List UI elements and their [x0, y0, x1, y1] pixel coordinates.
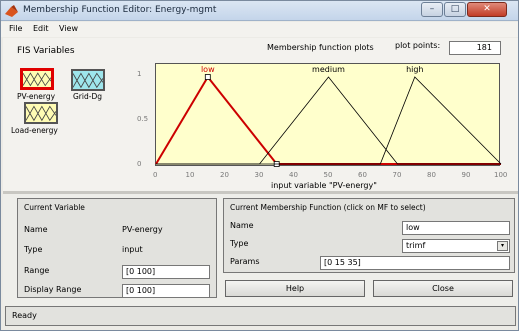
- menu-bar: File Edit View: [1, 22, 518, 37]
- x-tick-label: 30: [254, 171, 264, 179]
- range-input[interactable]: [0 100]: [122, 265, 210, 279]
- mf-preview-icon: [22, 72, 52, 87]
- y-tick-label: 0.5: [137, 115, 149, 123]
- current-mf-panel: Current Membership Function (click on MF…: [223, 198, 515, 273]
- mf-preview-icon: [25, 105, 57, 122]
- x-tick-label: 80: [427, 171, 436, 179]
- x-axis-label: input variable "PV-energy": [271, 181, 377, 190]
- mf-plots-title: Membership function plots: [267, 43, 374, 52]
- properties-region: Current Variable Name PV-energy Type inp…: [3, 194, 518, 306]
- variable-pv-energy-box[interactable]: [20, 68, 54, 90]
- variable-type-value: input: [122, 245, 143, 254]
- variable-label-pv-energy: PV-energy: [17, 92, 56, 101]
- current-variable-panel: Current Variable Name PV-energy Type inp…: [17, 198, 217, 298]
- variable-load-energy-box[interactable]: [24, 102, 58, 124]
- mf-name-label: Name: [230, 221, 254, 230]
- mf-label-medium[interactable]: medium: [312, 65, 345, 74]
- params-label: Params: [230, 257, 260, 266]
- menu-file[interactable]: File: [9, 24, 22, 33]
- mf-type-label: Type: [230, 239, 249, 248]
- window-title: Membership Function Editor: Energy-mgmt: [23, 5, 217, 15]
- close-window-button[interactable]: ✕: [467, 2, 507, 17]
- variable-label-grid-dg: Grid-Dg: [73, 92, 102, 101]
- mf-plot-svg: low medium high: [155, 65, 502, 167]
- close-button[interactable]: Close: [373, 280, 513, 297]
- status-text: Ready: [12, 311, 37, 320]
- help-button[interactable]: Help: [225, 280, 365, 297]
- mf-vertex-handle[interactable]: [204, 74, 211, 80]
- chevron-down-icon[interactable]: ▾: [497, 241, 508, 251]
- mf-type-value: trimf: [406, 241, 426, 250]
- params-input[interactable]: [0 15 35]: [320, 256, 510, 270]
- mf-editor-window: Membership Function Editor: Energy-mgmt …: [0, 0, 519, 331]
- plot-points-label: plot points:: [395, 41, 441, 50]
- mf-curve-medium[interactable]: [156, 76, 501, 165]
- mf-label-low[interactable]: low: [201, 65, 215, 74]
- mf-plot-axes[interactable]: low medium high: [155, 63, 502, 167]
- mf-curve-high[interactable]: [156, 76, 502, 165]
- x-tick-label: 70: [392, 171, 402, 179]
- current-variable-title: Current Variable: [24, 203, 85, 212]
- type-label: Type: [24, 245, 43, 254]
- x-tick-label: 40: [289, 171, 298, 179]
- minimize-button[interactable]: –: [421, 2, 443, 17]
- maximize-button[interactable]: □: [444, 2, 466, 17]
- display-range-label: Display Range: [24, 285, 82, 294]
- mf-curve-low[interactable]: [155, 75, 501, 165]
- menu-edit[interactable]: Edit: [33, 24, 49, 33]
- x-tick-label: 50: [323, 171, 333, 179]
- variable-grid-dg-box[interactable]: [71, 69, 105, 91]
- status-bar: Ready: [5, 306, 516, 326]
- x-tick-label: 10: [185, 171, 195, 179]
- plot-region: FIS Variables PV-energy Grid-Dg Load-ene…: [3, 38, 518, 191]
- display-range-input[interactable]: [0 100]: [122, 284, 210, 298]
- mf-label-high[interactable]: high: [406, 65, 423, 74]
- menu-view[interactable]: View: [59, 24, 78, 33]
- name-label: Name: [24, 225, 48, 234]
- variable-name-value: PV-energy: [122, 225, 163, 234]
- range-label: Range: [24, 266, 50, 275]
- x-tick-label: 20: [220, 171, 229, 179]
- x-tick-label: 0: [153, 171, 158, 179]
- y-tick-label: 0: [137, 160, 142, 168]
- x-tick-label: 90: [461, 171, 471, 179]
- plot-points-input[interactable]: 181: [449, 41, 501, 55]
- title-bar[interactable]: Membership Function Editor: Energy-mgmt …: [1, 1, 518, 21]
- x-tick-label: 100: [494, 171, 508, 179]
- mf-type-select[interactable]: trimf ▾: [402, 239, 510, 253]
- mf-name-input[interactable]: low: [402, 221, 510, 235]
- current-mf-title: Current Membership Function (click on MF…: [230, 203, 426, 212]
- matlab-logo-icon: [5, 5, 18, 17]
- fis-variables-title: FIS Variables: [17, 46, 75, 56]
- y-tick-label: 1: [137, 70, 142, 78]
- variable-label-load-energy: Load-energy: [11, 126, 58, 135]
- x-tick-label: 60: [358, 171, 367, 179]
- mf-preview-icon: [72, 72, 104, 89]
